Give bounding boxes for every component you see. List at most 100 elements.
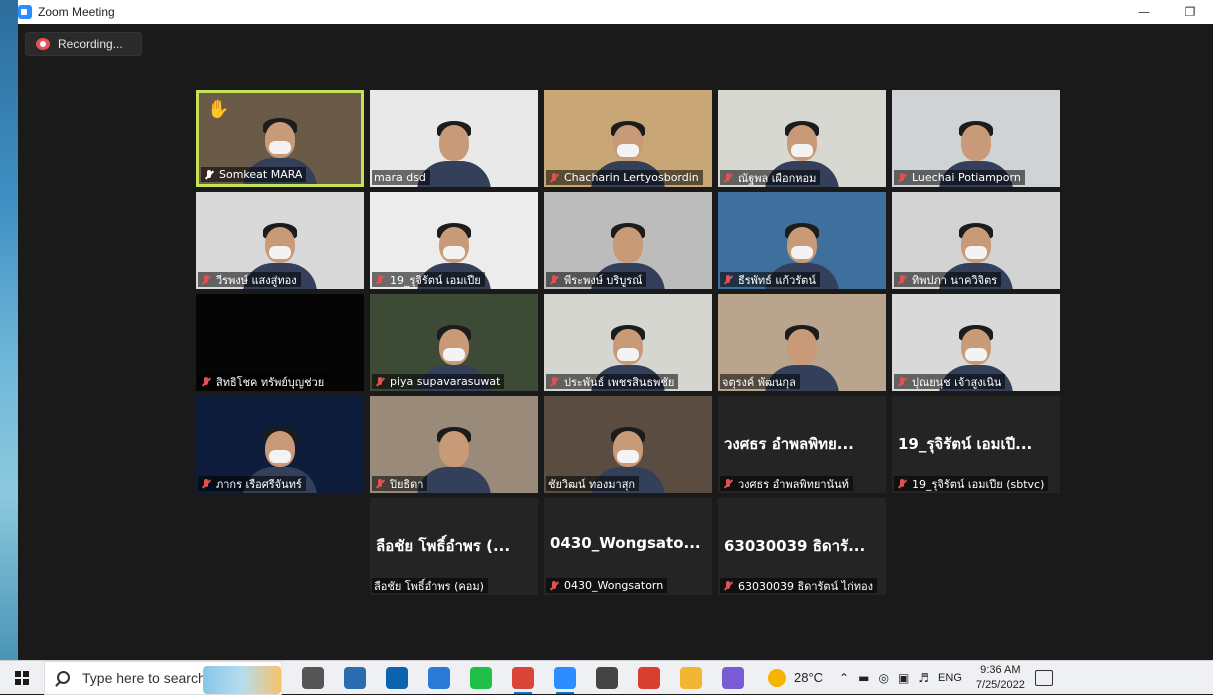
participant-name: ทิพปภา นาควิจิตร — [912, 273, 998, 287]
participant-name: วงศธร อำพลพิทยานันท์ — [738, 477, 849, 491]
participant-tile[interactable]: ธีรพัทธ์ แก้วรัตน์ — [718, 192, 886, 289]
mic-muted-icon — [548, 172, 560, 184]
paint-taskbar-button[interactable] — [712, 661, 754, 695]
zoom-taskbar-button[interactable] — [544, 661, 586, 695]
mic-muted-icon — [896, 274, 908, 286]
search-placeholder: Type here to search — [82, 669, 206, 686]
ccleaner-taskbar-button[interactable] — [628, 661, 670, 695]
participant-tile[interactable]: ชัยวิฒน์ ทองมาสุก — [544, 396, 712, 493]
participant-tile[interactable]: วีรพงษ์ แสงสู่ทอง — [196, 192, 364, 289]
start-button[interactable] — [0, 661, 44, 695]
participant-name-bar: Chacharin Lertyosbordin — [546, 170, 703, 185]
participant-tile[interactable]: ภากร เรือศรีจันทร์ — [196, 396, 364, 493]
window-controls: — ❐ — [1121, 0, 1213, 24]
task-view-taskbar-button[interactable] — [292, 661, 334, 695]
mic-icon — [203, 169, 215, 181]
search-icon — [57, 671, 70, 684]
participant-name: 0430_Wongsatorn — [564, 579, 664, 592]
participant-name-bar: วงศธร อำพลพิทยานันท์ — [720, 476, 853, 491]
participant-display-name: วงศธร อำพลพิทย... — [724, 435, 854, 453]
participant-name: Chacharin Lertyosbordin — [564, 171, 699, 184]
participant-tile[interactable]: ปิยธิดา — [370, 396, 538, 493]
participant-name-bar: 0430_Wongsatorn — [546, 578, 668, 593]
temperature: 28°C — [794, 670, 824, 685]
participant-tile[interactable]: ลือชัย โพธิ์อำพร (... ลือชัย โพธิ์อำพร (ค… — [370, 498, 538, 595]
participant-name-bar: Somkeat MARA — [201, 167, 307, 182]
participant-tile[interactable]: ณัฐพล เผือกหอม — [718, 90, 886, 187]
restore-button[interactable]: ❐ — [1167, 0, 1213, 24]
participant-tile[interactable]: วงศธร อำพลพิทย... วงศธร อำพลพิทยานันท์ — [718, 396, 886, 493]
desktop-background — [0, 0, 18, 660]
notification-icon[interactable] — [1034, 669, 1053, 686]
mic-muted-icon — [722, 172, 734, 184]
participant-tile[interactable]: 63030039 ธิดารั... 63030039 ธิดารัตน์ ไก่… — [718, 498, 886, 595]
clock-date: 7/25/2022 — [975, 678, 1025, 691]
participant-name: ธีรพัทธ์ แก้วรัตน์ — [738, 273, 816, 287]
mic-muted-icon — [200, 376, 212, 388]
line-icon — [470, 666, 492, 689]
participant-name-bar: วีรพงษ์ แสงสู่ทอง — [198, 272, 301, 287]
participant-tile[interactable]: ✋ Somkeat MARA — [196, 90, 364, 187]
mic-muted-icon — [374, 376, 386, 388]
participant-tile[interactable]: mara dsd — [370, 90, 538, 187]
participant-tile[interactable]: ปุณยนุช เจ้าสูงเนิน — [892, 294, 1060, 391]
participant-display-name: ลือชัย โพธิ์อำพร (... — [376, 537, 511, 555]
mic-muted-icon — [896, 478, 908, 490]
participant-tile[interactable]: Chacharin Lertyosbordin — [544, 90, 712, 187]
sun-icon — [768, 668, 786, 687]
chrome-taskbar-button[interactable] — [502, 661, 544, 695]
participant-tile[interactable]: จตุรงค์ พัฒนกุล — [718, 294, 886, 391]
participant-tile[interactable]: สิทธิโชค ทรัพย์บุญช่วย — [196, 294, 364, 391]
participant-name-bar: จตุรงค์ พัฒนกุล — [720, 374, 800, 389]
speaker-icon[interactable]: ♬ — [918, 671, 929, 685]
windows-logo-icon — [15, 670, 29, 685]
mic-muted-icon — [896, 172, 908, 184]
mail-taskbar-button[interactable] — [376, 661, 418, 695]
participant-tile[interactable]: piya supavarasuwat — [370, 294, 538, 391]
participant-name-bar: ภากร เรือศรีจันทร์ — [198, 476, 306, 491]
participant-tile[interactable]: ทิพปภา นาควิจิตร — [892, 192, 1060, 289]
system-clock[interactable]: 9:36 AM 7/25/2022 — [976, 663, 1025, 693]
participant-name-bar: ประพันธ์ เพชรสินธพชัย — [546, 374, 679, 389]
taskbar-search-box[interactable]: Type here to search — [44, 660, 282, 695]
file-explorer-taskbar-button[interactable] — [670, 661, 712, 695]
todo-taskbar-button[interactable] — [418, 661, 460, 695]
participant-name: ปิยธิดา — [390, 477, 424, 491]
participant-tile[interactable]: 19_รุจิรัตน์ เอมเปี... 19_รุจิรัตน์ เอมเป… — [892, 396, 1060, 493]
minimize-button[interactable]: — — [1121, 0, 1167, 24]
store-icon — [344, 666, 366, 689]
mic-muted-icon — [548, 580, 560, 592]
system-tray: ⌃ ▬ ◎ ▣ ♬ ENG — [839, 671, 962, 685]
participant-name: ชัยวิฒน์ ทองมาสุก — [548, 477, 636, 491]
recording-cloud-icon — [36, 38, 50, 50]
participant-tile[interactable]: 0430_Wongsato... 0430_Wongsatorn — [544, 498, 712, 595]
participant-tile[interactable]: Luechai Potiamporn — [892, 90, 1060, 187]
participant-tile[interactable]: ประพันธ์ เพชรสินธพชัย — [544, 294, 712, 391]
participant-tile[interactable]: 19_รุจิรัตน์ เอมเปีย — [370, 192, 538, 289]
window-title: Zoom Meeting — [38, 5, 115, 19]
mic-muted-icon — [374, 274, 386, 286]
paint-icon — [722, 666, 744, 689]
participant-name-bar: สิทธิโชค ทรัพย์บุญช่วย — [198, 374, 329, 389]
mail-icon — [386, 666, 408, 689]
participant-name: 19_รุจิรัตน์ เอมเปีย — [390, 273, 481, 287]
participant-name: ณัฐพล เผือกหอม — [738, 171, 817, 185]
settings-taskbar-button[interactable] — [586, 661, 628, 695]
zoom-app-icon — [18, 5, 32, 19]
battery-icon[interactable]: ▬ — [858, 671, 869, 685]
participant-name: Somkeat MARA — [219, 168, 303, 181]
ime-icon[interactable]: ▣ — [898, 671, 909, 685]
mic-muted-icon — [896, 376, 908, 388]
store-taskbar-button[interactable] — [334, 661, 376, 695]
line-taskbar-button[interactable] — [460, 661, 502, 695]
ccleaner-icon — [638, 666, 660, 689]
recording-indicator[interactable]: Recording... — [25, 32, 142, 56]
participant-name-bar: ธีรพัทธ์ แก้วรัตน์ — [720, 272, 820, 287]
chevron-up-icon[interactable]: ⌃ — [839, 671, 849, 685]
input-language[interactable]: ENG — [938, 672, 962, 684]
participant-tile[interactable]: พีระพงษ์ บริบูรณ์ — [544, 192, 712, 289]
network-icon[interactable]: ◎ — [878, 671, 888, 685]
weather-widget[interactable]: 28°C — [768, 668, 824, 687]
task-view-icon — [302, 666, 324, 689]
participant-name: mara dsd — [374, 171, 426, 184]
